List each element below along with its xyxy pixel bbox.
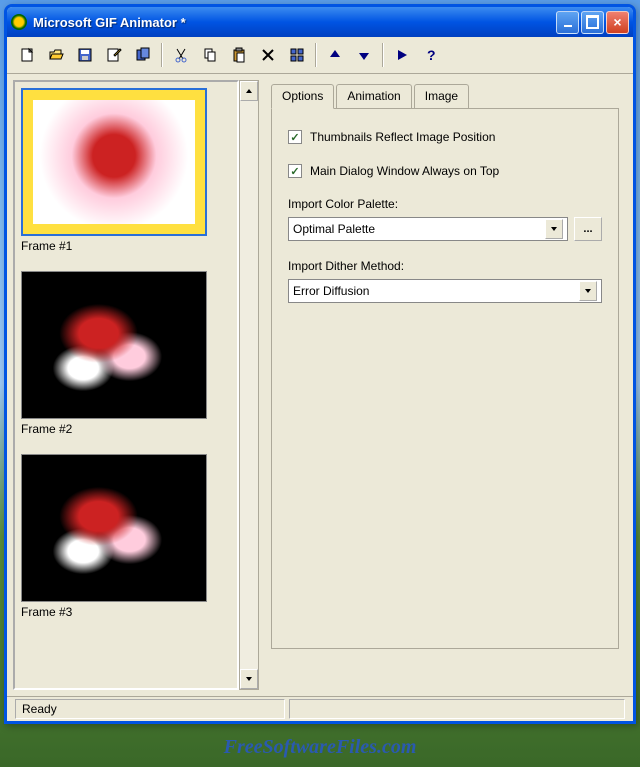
help-icon: ? xyxy=(423,47,439,63)
cut-button[interactable] xyxy=(167,41,195,69)
frame-item[interactable]: Frame #1 xyxy=(21,88,231,253)
browse-palette-button[interactable]: ... xyxy=(574,217,602,241)
options-panel: Options Animation Image Thumbnails Refle… xyxy=(263,80,627,690)
scrollbar[interactable] xyxy=(239,80,259,690)
frame-panel: Frame #1 Frame #2 Frame #3 xyxy=(13,80,259,690)
help-button[interactable]: ? xyxy=(417,41,445,69)
arrow-up-icon xyxy=(327,47,343,63)
frame-thumbnail[interactable] xyxy=(21,88,207,236)
svg-text:?: ? xyxy=(427,47,436,63)
preview-button[interactable] xyxy=(388,41,416,69)
import-palette-value: Optimal Palette xyxy=(293,222,375,236)
app-icon xyxy=(11,14,27,30)
status-pane xyxy=(289,699,625,719)
toolbar-separator xyxy=(382,43,384,67)
tab-image[interactable]: Image xyxy=(414,84,469,108)
copy-icon xyxy=(202,47,218,63)
thumbnails-reflect-checkbox[interactable] xyxy=(288,130,302,144)
import-dither-combo[interactable]: Error Diffusion xyxy=(288,279,602,303)
import-dither-label: Import Dither Method: xyxy=(288,259,602,273)
select-all-icon xyxy=(289,47,305,63)
chevron-down-icon xyxy=(245,675,253,683)
delete-icon xyxy=(260,47,276,63)
frame-label: Frame #2 xyxy=(21,422,231,436)
save-as-icon xyxy=(106,47,122,63)
frame-label: Frame #1 xyxy=(21,239,231,253)
scroll-track[interactable] xyxy=(240,101,258,669)
scroll-down-button[interactable] xyxy=(240,669,258,689)
save-icon xyxy=(77,47,93,63)
insert-button[interactable] xyxy=(129,41,157,69)
titlebar[interactable]: Microsoft GIF Animator * × xyxy=(7,7,633,37)
toolbar-separator xyxy=(161,43,163,67)
close-button[interactable]: × xyxy=(606,11,629,34)
thumbnails-reflect-label: Thumbnails Reflect Image Position xyxy=(310,129,495,145)
window-title: Microsoft GIF Animator * xyxy=(33,15,554,30)
app-window: Microsoft GIF Animator * × xyxy=(4,4,636,724)
import-dither-value: Error Diffusion xyxy=(293,284,369,298)
status-text: Ready xyxy=(15,699,285,719)
tab-bar: Options Animation Image xyxy=(271,84,619,109)
maximize-button[interactable] xyxy=(581,11,604,34)
scroll-up-button[interactable] xyxy=(240,81,258,101)
frame-label: Frame #3 xyxy=(21,605,231,619)
paste-icon xyxy=(231,47,247,63)
frame-list: Frame #1 Frame #2 Frame #3 xyxy=(13,80,239,690)
import-palette-combo[interactable]: Optimal Palette xyxy=(288,217,568,241)
move-up-button[interactable] xyxy=(321,41,349,69)
tab-animation[interactable]: Animation xyxy=(336,84,411,108)
watermark: FreeSoftwareFiles.com xyxy=(0,736,640,759)
tab-content: Thumbnails Reflect Image Position Main D… xyxy=(271,109,619,649)
select-all-button[interactable] xyxy=(283,41,311,69)
save-as-button[interactable] xyxy=(100,41,128,69)
delete-button[interactable] xyxy=(254,41,282,69)
chevron-down-icon xyxy=(579,281,597,301)
move-down-button[interactable] xyxy=(350,41,378,69)
frame-thumbnail[interactable] xyxy=(21,454,207,602)
cut-icon xyxy=(173,47,189,63)
arrow-down-icon xyxy=(356,47,372,63)
new-button[interactable] xyxy=(13,41,41,69)
frame-item[interactable]: Frame #3 xyxy=(21,454,231,619)
frame-thumbnail[interactable] xyxy=(21,271,207,419)
chevron-down-icon xyxy=(545,219,563,239)
copy-button[interactable] xyxy=(196,41,224,69)
import-palette-label: Import Color Palette: xyxy=(288,197,602,211)
toolbar-separator xyxy=(315,43,317,67)
minimize-button[interactable] xyxy=(556,11,579,34)
save-button[interactable] xyxy=(71,41,99,69)
status-bar: Ready xyxy=(7,696,633,720)
open-icon xyxy=(48,47,64,63)
play-icon xyxy=(394,47,410,63)
paste-button[interactable] xyxy=(225,41,253,69)
toolbar: ? xyxy=(7,37,633,74)
always-on-top-checkbox[interactable] xyxy=(288,164,302,178)
tab-options[interactable]: Options xyxy=(271,84,334,109)
chevron-up-icon xyxy=(245,87,253,95)
always-on-top-label: Main Dialog Window Always on Top xyxy=(310,163,499,179)
new-icon xyxy=(19,47,35,63)
open-button[interactable] xyxy=(42,41,70,69)
insert-icon xyxy=(135,47,151,63)
frame-item[interactable]: Frame #2 xyxy=(21,271,231,436)
content-area: Frame #1 Frame #2 Frame #3 Options xyxy=(7,74,633,696)
